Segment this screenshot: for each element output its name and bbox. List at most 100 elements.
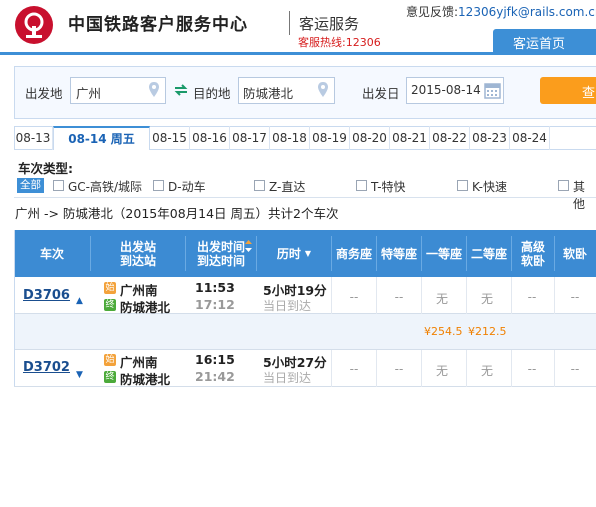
arrive-time: 21:42: [195, 369, 235, 384]
col-duration[interactable]: 历时 ▼: [257, 230, 331, 277]
sort-arrow-icon[interactable]: [245, 240, 252, 255]
col-sep: [421, 277, 422, 314]
seat-first: 无: [435, 364, 448, 378]
col-sep: [466, 350, 467, 387]
seat-soft-sleeper: --: [570, 362, 580, 376]
date-tab-11[interactable]: 08-24: [510, 126, 550, 150]
end-station-badge: 终: [104, 299, 116, 311]
second-class-price: ¥212.5: [468, 325, 507, 338]
route-summary: 广州 -> 防城港北（2015年08月14日 周五）共计2个车次: [15, 206, 339, 221]
seat-first: 无: [435, 292, 448, 306]
date-tab-8[interactable]: 08-21: [390, 126, 430, 150]
col-high-soft-sleeper: 高级 软卧: [520, 239, 545, 268]
col-first: 一等座: [425, 246, 462, 261]
date-tab-3[interactable]: 08-16: [190, 126, 230, 150]
first-class-price: ¥254.5: [424, 325, 463, 338]
filter-gc-checkbox[interactable]: [53, 180, 64, 191]
filter-z-checkbox[interactable]: [254, 180, 265, 191]
feedback: 意见反馈:12306yjfk@rails.com.cn: [406, 3, 596, 20]
table-left-border: [14, 230, 15, 386]
col-sep: [466, 277, 467, 314]
query-button-label: 查: [582, 86, 596, 101]
col-train[interactable]: 车次: [14, 230, 90, 277]
arrival-day: 当日到达: [263, 299, 312, 313]
depart-time: 16:15: [195, 352, 235, 367]
date-tab-2[interactable]: 08-15: [150, 126, 190, 150]
filter-all-button[interactable]: 全部: [17, 178, 44, 193]
col-special: 特等座: [380, 246, 417, 261]
train-type-label: 车次类型:: [18, 161, 73, 176]
seat-second: 无: [480, 364, 493, 378]
to-station: 防城港北: [120, 372, 171, 387]
date-tab-10[interactable]: 08-23: [470, 126, 510, 150]
col-sep: [376, 277, 377, 314]
filter-other-checkbox[interactable]: [558, 180, 569, 191]
swap-icon[interactable]: [174, 84, 188, 99]
arrival-day: 当日到达: [263, 371, 312, 385]
seat-business: --: [349, 362, 359, 376]
col-stations[interactable]: 出发站 到达站: [91, 230, 185, 277]
arrive-time: 17:12: [195, 297, 235, 312]
seat-high-soft-sleeper: --: [527, 290, 537, 304]
expand-arrow-icon[interactable]: ▲: [76, 296, 83, 306]
seat-business: --: [349, 290, 359, 304]
start-station-badge: 始: [104, 354, 116, 366]
start-station-badge: 始: [104, 282, 116, 294]
filter-gc-label: GC-高铁/城际: [68, 180, 143, 194]
hotline: 客服热线:12306: [298, 36, 381, 49]
end-station-badge: 终: [104, 371, 116, 383]
col-sep: [376, 350, 377, 387]
filter-d-label: D-动车: [168, 180, 206, 194]
seat-special: --: [394, 290, 404, 304]
filter-d-checkbox[interactable]: [153, 180, 164, 191]
col-sep: [511, 277, 512, 314]
col-sep: [511, 350, 512, 387]
feedback-email-link[interactable]: 12306yjfk@rails.com.cn: [458, 5, 596, 19]
railway-logo-icon[interactable]: [15, 6, 53, 44]
seat-high-soft-sleeper: --: [527, 362, 537, 376]
to-value: 防城港北: [243, 86, 294, 101]
divider: [14, 197, 596, 198]
date-value: 2015-08-14: [411, 83, 481, 97]
seat-second: 无: [480, 292, 493, 306]
location-pin-icon: [148, 81, 160, 101]
calendar-icon[interactable]: [484, 82, 501, 102]
from-label: 出发地: [25, 86, 63, 101]
seat-special: --: [394, 362, 404, 376]
filter-z-label: Z-直达: [269, 180, 306, 194]
date-tab-4[interactable]: 08-17: [230, 126, 270, 150]
date-tab-5[interactable]: 08-18: [270, 126, 310, 150]
location-pin-icon: [317, 81, 329, 101]
title-separator: [289, 11, 290, 35]
dropdown-arrow-icon: ▼: [304, 248, 312, 258]
date-tab-6[interactable]: 08-19: [310, 126, 350, 150]
seat-soft-sleeper: --: [570, 290, 580, 304]
col-second: 二等座: [470, 246, 507, 261]
col-sep: [331, 277, 332, 314]
nav-home-link[interactable]: 客运首页: [513, 33, 565, 52]
train-number-link[interactable]: D3706: [23, 288, 70, 303]
filter-k-label: K-快速: [472, 180, 507, 194]
date-tab-9[interactable]: 08-22: [430, 126, 470, 150]
from-value: 广州: [76, 86, 102, 101]
service-title: 客运服务: [299, 15, 360, 33]
to-label: 目的地: [193, 86, 231, 101]
date-tab-1[interactable]: 08-14 周五: [53, 126, 150, 150]
col-sep: [554, 350, 555, 387]
col-sep: [421, 350, 422, 387]
col-soft-sleeper: 软卧: [562, 246, 587, 261]
filter-t-checkbox[interactable]: [356, 180, 367, 191]
filter-t-label: T-特快: [371, 180, 406, 194]
filter-k-checkbox[interactable]: [457, 180, 468, 191]
site-title: 中国铁路客户服务中心: [68, 15, 248, 35]
price-row: [14, 314, 596, 350]
expand-arrow-icon[interactable]: ▼: [76, 370, 83, 380]
depart-time: 11:53: [195, 280, 235, 295]
feedback-label: 意见反馈:: [406, 5, 459, 19]
train-number-link[interactable]: D3702: [23, 360, 70, 375]
col-sep: [331, 350, 332, 387]
date-tab-7[interactable]: 08-20: [350, 126, 390, 150]
date-tab-0[interactable]: 08-13: [14, 126, 53, 150]
header-rule: [0, 52, 596, 55]
col-business: 商务座: [335, 246, 372, 261]
